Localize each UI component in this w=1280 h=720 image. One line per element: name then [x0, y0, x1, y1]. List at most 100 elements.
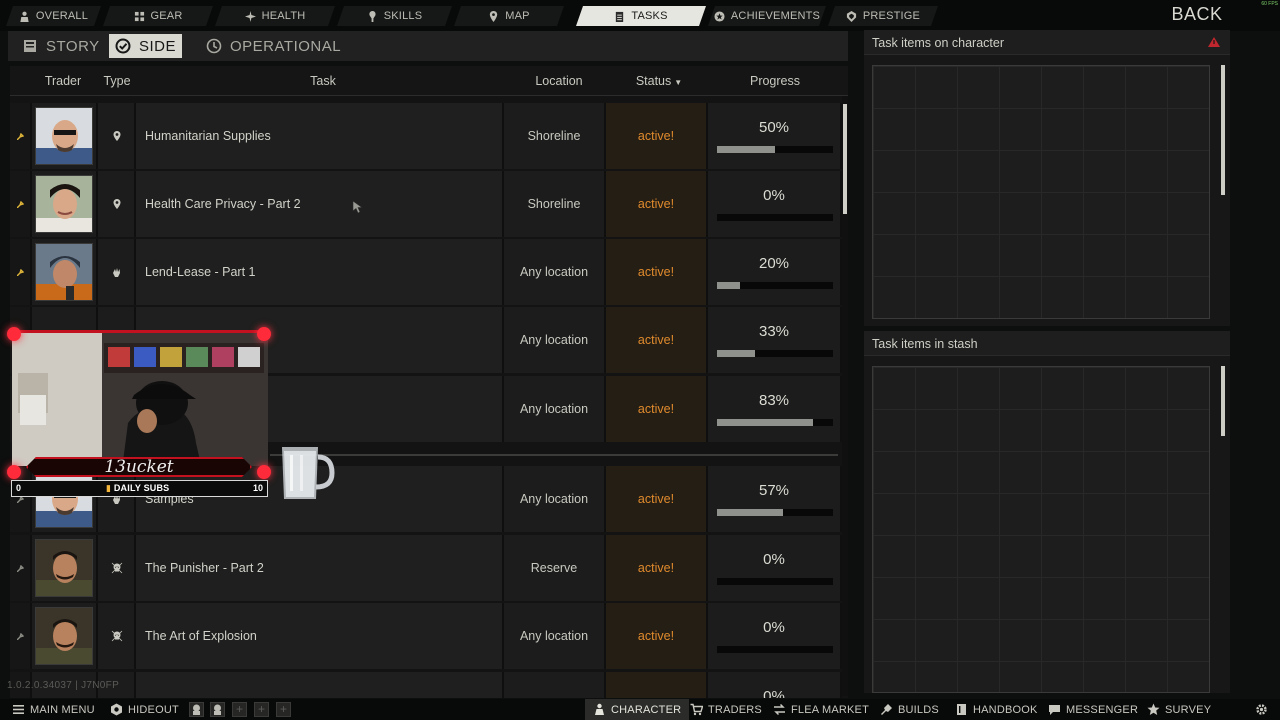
- table-row[interactable]: The Punisher - Part 2 Reserve active! 0%: [10, 535, 848, 601]
- trader-cell: [32, 535, 98, 601]
- pin-cell: [10, 239, 32, 305]
- table-row[interactable]: Lend-Lease - Part 1 Any location active!…: [10, 239, 848, 305]
- subtab-side[interactable]: SIDE: [109, 34, 183, 58]
- character-items-grid[interactable]: [872, 65, 1210, 319]
- quick-slot-1[interactable]: [189, 702, 204, 717]
- hideout-button[interactable]: HIDEOUT: [110, 699, 179, 720]
- header-task[interactable]: Task: [136, 74, 510, 88]
- trader-portrait[interactable]: [35, 175, 93, 233]
- stash-items-scrollbar[interactable]: [1221, 366, 1225, 436]
- book-icon: [24, 40, 36, 52]
- header-status[interactable]: Status ▼: [614, 74, 704, 88]
- task-name[interactable]: The Punisher - Part 2: [145, 561, 264, 575]
- trader-portrait[interactable]: [35, 243, 93, 301]
- subtab-operational[interactable]: OPERATIONAL: [200, 34, 347, 58]
- tab-prestige[interactable]: PRESTIGE: [828, 6, 938, 26]
- quick-slot-3[interactable]: +: [232, 702, 247, 717]
- character-button[interactable]: CHARACTER: [585, 699, 690, 720]
- builds-icon: [881, 704, 892, 715]
- flea-market-button[interactable]: FLEA MARKET: [773, 699, 869, 720]
- task-name[interactable]: Lend-Lease - Part 1: [145, 265, 256, 279]
- trader-portrait[interactable]: [35, 607, 93, 665]
- table-row[interactable]: Health Care Privacy - Part 2 Shoreline a…: [10, 171, 848, 237]
- task-name[interactable]: Health Care Privacy - Part 2: [145, 197, 301, 211]
- character-items-scrollbar[interactable]: [1221, 65, 1225, 195]
- task-status: active!: [637, 265, 675, 279]
- tab-map[interactable]: MAP: [454, 6, 564, 26]
- pin-icon[interactable]: [17, 201, 24, 208]
- table-row[interactable]: Humanitarian Supplies Shoreline active! …: [10, 103, 848, 169]
- header-location[interactable]: Location: [504, 74, 614, 88]
- main-menu-button[interactable]: MAIN MENU: [12, 699, 95, 720]
- location-cell: Shoreline: [504, 103, 606, 169]
- table-row[interactable]: 0%: [10, 672, 848, 698]
- survey-icon: [1147, 703, 1160, 715]
- tab-overall[interactable]: OVERALL: [6, 6, 101, 26]
- messenger-button[interactable]: MESSENGER: [1048, 699, 1138, 720]
- traders-button[interactable]: TRADERS: [690, 699, 762, 720]
- stash-items-grid[interactable]: [872, 366, 1210, 693]
- subs-count-start: 0: [16, 483, 22, 493]
- progress-fill: [717, 146, 775, 153]
- location-pin-icon: [113, 199, 121, 209]
- status-cell: active!: [606, 376, 708, 442]
- tab-achievements[interactable]: ACHIEVEMENTS: [708, 6, 826, 26]
- task-location: Any location: [519, 333, 589, 347]
- subtab-story[interactable]: STORY: [16, 34, 106, 58]
- task-location: Any location: [519, 265, 589, 279]
- version-label: 1.0.2.0.34037 | J7N0FP: [7, 680, 120, 691]
- skull-icon: [111, 562, 123, 574]
- tab-skills[interactable]: SKILLS: [337, 6, 452, 26]
- header-progress[interactable]: Progress: [708, 74, 842, 88]
- back-button[interactable]: BACK: [1150, 4, 1244, 26]
- trader-portrait[interactable]: [35, 470, 93, 528]
- pin-icon[interactable]: [17, 633, 24, 640]
- mouse-cursor-icon: [352, 200, 363, 214]
- streamer-name: 13ucket: [26, 457, 252, 477]
- flea-market-label: FLEA MARKET: [791, 703, 869, 716]
- tab-tasks[interactable]: TASKS: [576, 6, 706, 26]
- row-divider: [270, 454, 838, 456]
- messenger-label: MESSENGER: [1066, 703, 1139, 716]
- task-cell: The Art of Explosion: [136, 603, 504, 669]
- tab-health[interactable]: HEALTH: [215, 6, 335, 26]
- quick-slot-2[interactable]: [210, 702, 225, 717]
- header-trader[interactable]: Trader: [38, 74, 88, 88]
- task-location: Any location: [519, 629, 589, 643]
- pin-cell: [10, 535, 32, 601]
- task-name[interactable]: The Art of Explosion: [145, 629, 257, 643]
- trader-portrait[interactable]: [35, 539, 93, 597]
- pin-icon[interactable]: [17, 565, 24, 572]
- survey-button[interactable]: SURVEY: [1147, 699, 1211, 720]
- task-name[interactable]: Humanitarian Supplies: [145, 129, 271, 143]
- pin-icon[interactable]: [17, 269, 24, 276]
- stash-items-title: Task items in stash: [872, 337, 978, 351]
- table-row[interactable]: The Art of Explosion Any location active…: [10, 603, 848, 669]
- type-cell: [98, 535, 136, 601]
- task-cell: The Punisher - Part 2: [136, 535, 504, 601]
- progress-cell: 20%: [708, 239, 842, 305]
- pin-icon[interactable]: [17, 496, 24, 503]
- location-cell: Any location: [504, 376, 606, 442]
- quick-slot-5[interactable]: +: [276, 702, 291, 717]
- progress-fill: [717, 419, 814, 426]
- trader-portrait[interactable]: [35, 107, 93, 165]
- table-scroll-thumb[interactable]: [843, 104, 847, 214]
- chat-icon: [1049, 705, 1060, 715]
- subtab-story-label: STORY: [46, 37, 100, 55]
- table-scrollbar[interactable]: [842, 96, 848, 696]
- settings-button[interactable]: [1255, 699, 1268, 720]
- tab-gear[interactable]: GEAR: [103, 6, 213, 26]
- stash-items-panel: Task items in stash: [864, 331, 1230, 693]
- quick-slot-4[interactable]: +: [254, 702, 269, 717]
- type-cell: [98, 171, 136, 237]
- status-cell: active!: [606, 603, 708, 669]
- progress-cell: 83%: [708, 376, 842, 442]
- handbook-button[interactable]: HANDBOOK: [955, 699, 1038, 720]
- pin-icon[interactable]: [17, 133, 24, 140]
- builds-button[interactable]: BUILDS: [880, 699, 939, 720]
- header-type[interactable]: Type: [98, 74, 136, 88]
- trader-cell: [32, 103, 98, 169]
- tab-map-label: MAP: [505, 10, 530, 22]
- progress-cell: 0%: [708, 171, 842, 237]
